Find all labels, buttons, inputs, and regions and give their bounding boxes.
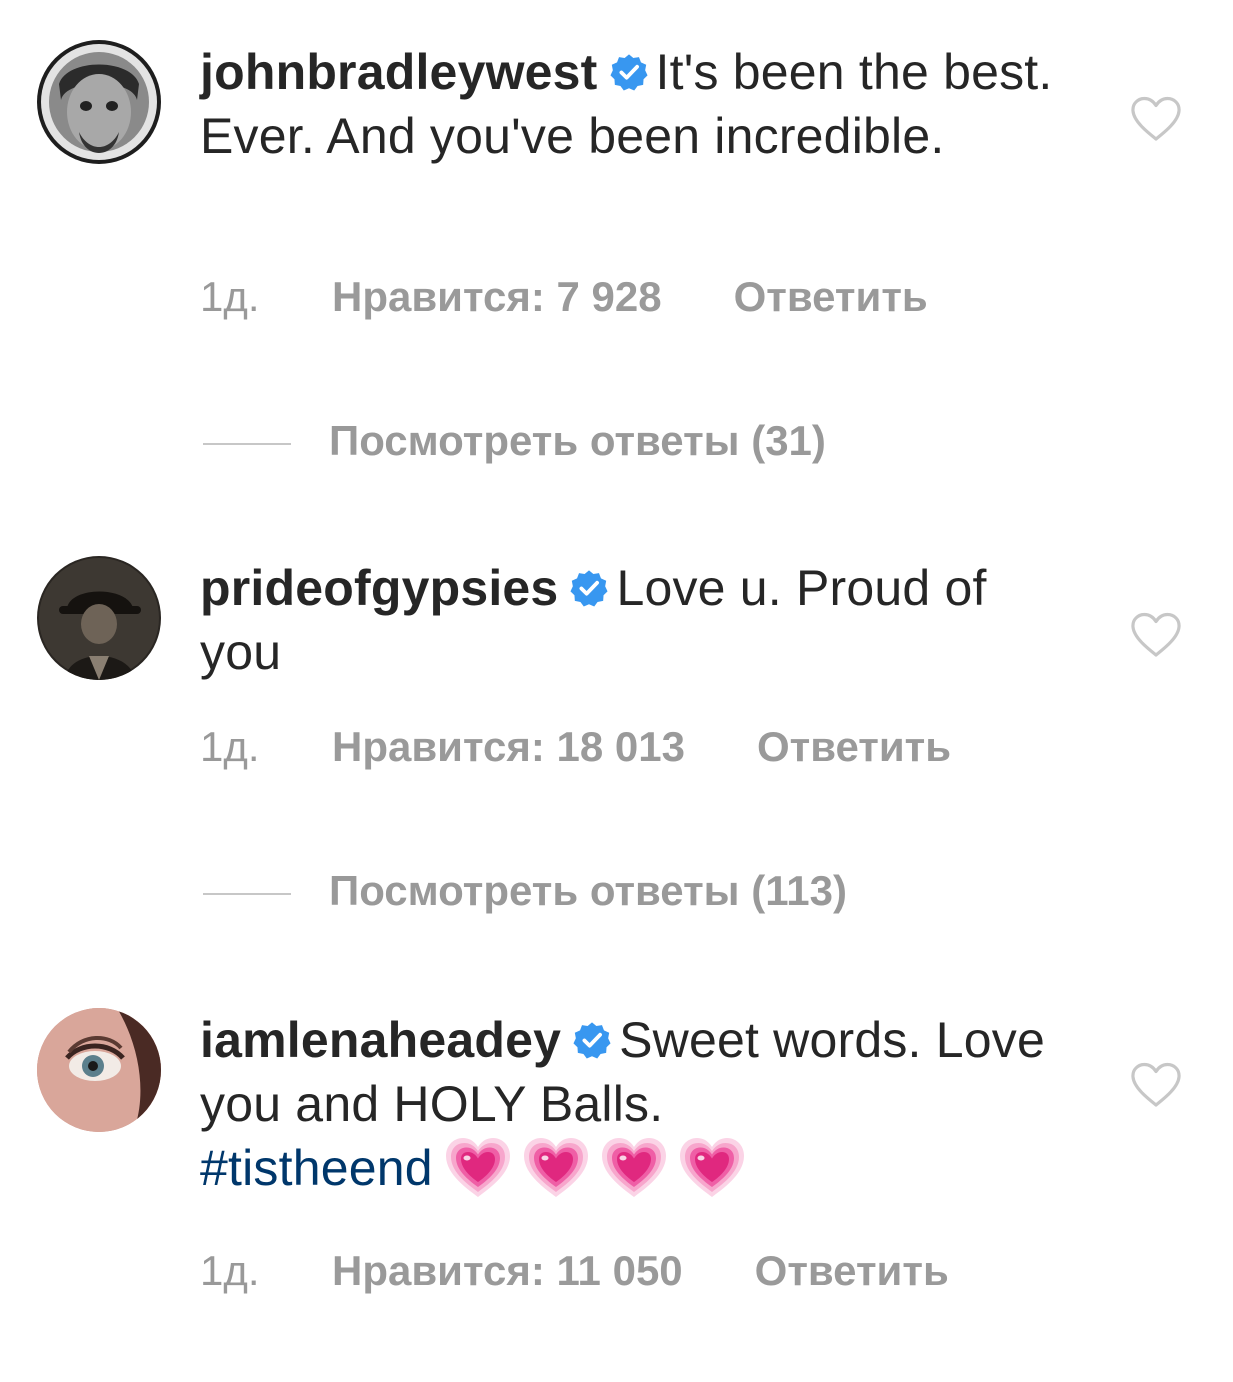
heart-icon[interactable] bbox=[1130, 1062, 1182, 1108]
avatar[interactable] bbox=[37, 556, 161, 680]
comment-meta: 1д. Нравится: 18 013 Ответить bbox=[200, 722, 951, 772]
comment-time: 1д. bbox=[200, 723, 260, 770]
username[interactable]: iamlenaheadey bbox=[200, 1012, 561, 1068]
view-replies-button[interactable]: Посмотреть ответы (113) bbox=[203, 866, 847, 916]
growing-heart-emoji bbox=[523, 1137, 589, 1199]
verified-badge-icon bbox=[570, 569, 608, 607]
heart-icon[interactable] bbox=[1130, 612, 1182, 658]
heart-icon[interactable] bbox=[1130, 96, 1182, 142]
divider-line bbox=[203, 442, 291, 445]
comment-time: 1д. bbox=[200, 273, 260, 320]
view-replies-label: Посмотреть ответы (31) bbox=[329, 417, 826, 464]
comment-meta: 1д. Нравится: 7 928 Ответить bbox=[200, 272, 928, 322]
divider-line bbox=[203, 892, 291, 895]
verified-badge-icon bbox=[573, 1021, 611, 1059]
likes-count[interactable]: Нравится: 11 050 bbox=[332, 1246, 683, 1296]
hashtag-link[interactable]: #tistheend bbox=[200, 1140, 433, 1196]
reply-button[interactable]: Ответить bbox=[734, 272, 928, 322]
comment-body: iamlenaheadey Sweet words. Love you and H… bbox=[200, 1008, 1070, 1200]
growing-heart-emoji bbox=[445, 1137, 511, 1199]
comment-time: 1д. bbox=[200, 1247, 260, 1294]
view-replies-button[interactable]: Посмотреть ответы (31) bbox=[203, 416, 826, 466]
comment-meta: 1д. Нравится: 11 050 Ответить bbox=[200, 1246, 949, 1296]
growing-heart-emoji bbox=[679, 1137, 745, 1199]
view-replies-label: Посмотреть ответы (113) bbox=[329, 867, 847, 914]
verified-badge-icon bbox=[610, 53, 648, 91]
reply-button[interactable]: Ответить bbox=[757, 722, 951, 772]
growing-heart-emoji bbox=[601, 1137, 667, 1199]
likes-count[interactable]: Нравится: 18 013 bbox=[332, 722, 685, 772]
username[interactable]: prideofgypsies bbox=[200, 560, 558, 616]
reply-button[interactable]: Ответить bbox=[755, 1246, 949, 1296]
avatar[interactable] bbox=[37, 1008, 161, 1132]
username[interactable]: johnbradleywest bbox=[200, 44, 598, 100]
comment-body: johnbradleywest It's been the best. Ever.… bbox=[200, 40, 1070, 168]
comment-body: prideofgypsies Love u. Proud of you bbox=[200, 556, 1070, 684]
avatar[interactable] bbox=[37, 40, 161, 164]
likes-count[interactable]: Нравится: 7 928 bbox=[332, 272, 662, 322]
